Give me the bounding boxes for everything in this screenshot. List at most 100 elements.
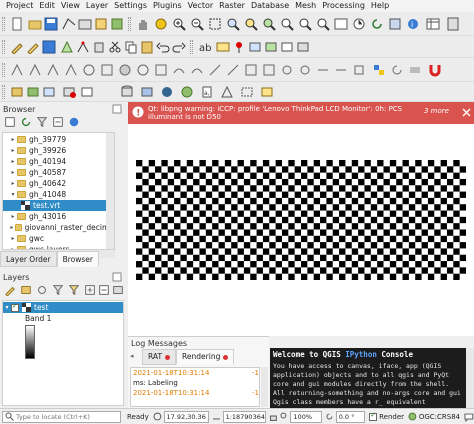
label-tool-icon[interactable]: abc — [198, 40, 212, 54]
manage-themes-icon[interactable] — [36, 284, 48, 296]
new-layer-icon[interactable] — [80, 85, 94, 99]
menu-database[interactable]: Database — [248, 0, 292, 12]
ipython-link[interactable]: IPython — [345, 350, 377, 359]
pin-labels-icon[interactable] — [232, 40, 246, 54]
add-ring-icon[interactable] — [82, 63, 96, 77]
menu-plugins[interactable]: Plugins — [150, 0, 185, 12]
messages-icon[interactable] — [464, 412, 474, 422]
split-features-icon[interactable] — [208, 63, 222, 77]
zoom-out-icon[interactable] — [190, 17, 204, 31]
tree-item[interactable]: ▾ gh_41048 — [3, 189, 114, 200]
split-parts-icon[interactable] — [226, 63, 240, 77]
collapse-arrow-icon[interactable]: ▾ — [3, 304, 11, 311]
layout-manager-icon[interactable] — [94, 17, 108, 31]
plugin-reloader-icon[interactable] — [390, 63, 404, 77]
layer-visibility-checkbox[interactable]: ✓ — [11, 302, 19, 312]
zoom-native-icon[interactable] — [280, 17, 294, 31]
offset-point-symbols-icon[interactable] — [298, 63, 312, 77]
fill-ring-icon[interactable] — [118, 63, 132, 77]
chevron-right-icon[interactable]: ▸ — [9, 224, 15, 231]
new-map-view-icon[interactable] — [334, 17, 348, 31]
menu-project[interactable]: Project — [3, 0, 36, 12]
menu-edit[interactable]: Edit — [36, 0, 58, 12]
scale-combobox[interactable]: 1:18790364 — [222, 410, 266, 423]
add-part-icon[interactable] — [100, 63, 114, 77]
virtual-layer-icon[interactable] — [240, 85, 254, 99]
rotate-label-icon[interactable] — [280, 40, 294, 54]
chevron-right-icon[interactable]: ▸ — [9, 180, 17, 187]
add-vector-icon[interactable] — [42, 85, 56, 99]
tab-layer-order[interactable]: Layer Order — [0, 251, 57, 267]
tree-item[interactable]: ▸ gh_40642 — [3, 178, 114, 189]
temporary-layer-icon[interactable] — [260, 85, 274, 99]
toolbar-grip[interactable] — [128, 17, 131, 31]
properties-icon[interactable] — [68, 116, 80, 128]
pan-hand-icon[interactable] — [136, 17, 150, 31]
open-attribute-table-icon[interactable] — [426, 17, 440, 31]
filter-by-expression-icon[interactable] — [68, 284, 80, 296]
vertical-scrollbar[interactable] — [466, 348, 474, 408]
reshape-features-icon[interactable] — [172, 63, 186, 77]
trim-extend-icon[interactable] — [316, 63, 330, 77]
pan-to-selection-icon[interactable] — [154, 17, 168, 31]
close-icon[interactable] — [462, 108, 471, 117]
merge-features-icon[interactable] — [244, 63, 258, 77]
chevron-right-icon[interactable]: ▸ — [9, 158, 17, 165]
add-feature-icon[interactable] — [60, 40, 74, 54]
vertex-editor-icon[interactable] — [352, 63, 366, 77]
render-checkbox[interactable]: ✓ — [369, 411, 378, 421]
locator-bar[interactable] — [2, 410, 121, 423]
chevron-right-icon[interactable]: ▸ — [9, 213, 17, 220]
open-layer-styling-icon[interactable] — [4, 284, 16, 296]
map-canvas[interactable] — [128, 124, 474, 336]
mesh-layer-icon[interactable] — [220, 85, 234, 99]
decorations-icon[interactable] — [388, 17, 402, 31]
filter-icon[interactable] — [36, 116, 48, 128]
toolbar-grip[interactable] — [2, 17, 5, 31]
menu-help[interactable]: Help — [368, 0, 392, 12]
chevron-right-icon[interactable]: ▸ — [9, 136, 17, 143]
show-hide-labels-icon[interactable] — [248, 40, 262, 54]
advanced-digitizing-icon[interactable] — [10, 63, 24, 77]
change-label-icon[interactable] — [296, 40, 310, 54]
menu-raster[interactable]: Raster — [216, 0, 248, 12]
magnet-icon[interactable] — [428, 63, 442, 77]
close-panel-icon[interactable] — [112, 272, 122, 282]
collapse-all-icon[interactable] — [52, 116, 64, 128]
toggle-editing-icon[interactable] — [26, 40, 40, 54]
geopackage-icon[interactable] — [140, 85, 154, 99]
tree-item[interactable]: ▸ gh_43016 — [3, 211, 114, 222]
tree-item[interactable]: ▸ gh_40194 — [3, 156, 114, 167]
collapse-all-icon[interactable] — [98, 284, 110, 296]
more-messages-link[interactable]: 3 more — [424, 107, 449, 115]
new-print-layout-icon[interactable] — [78, 17, 92, 31]
zoom-selection-icon[interactable] — [244, 17, 258, 31]
chevron-right-icon[interactable]: ▸ — [9, 147, 17, 154]
identify-icon[interactable]: i — [406, 17, 420, 31]
rotate-point-symbols-icon[interactable] — [280, 63, 294, 77]
toolbar-grip[interactable] — [2, 85, 5, 99]
move-label-icon[interactable] — [264, 40, 278, 54]
tab-browser[interactable]: Browser — [56, 251, 100, 267]
remove-layer-icon[interactable] — [62, 85, 76, 99]
add-layer-icon[interactable] — [10, 85, 24, 99]
zoom-layer-icon[interactable] — [262, 17, 276, 31]
new-project-icon[interactable] — [10, 17, 24, 31]
delete-ring-icon[interactable] — [136, 63, 150, 77]
simplify-feature-icon[interactable] — [64, 63, 78, 77]
zoom-in-icon[interactable] — [172, 17, 186, 31]
layer-row-test[interactable]: ▾ ✓ test — [3, 302, 123, 313]
expand-all-icon[interactable] — [84, 284, 96, 296]
open-project-icon[interactable] — [28, 17, 42, 31]
paste-features-icon[interactable] — [140, 40, 154, 54]
copy-features-icon[interactable] — [124, 40, 138, 54]
zoom-last-icon[interactable] — [298, 17, 312, 31]
add-group-icon[interactable] — [20, 284, 32, 296]
postgis-icon[interactable] — [160, 85, 174, 99]
vertical-scrollbar[interactable] — [261, 367, 268, 407]
zoom-full-icon[interactable] — [226, 17, 240, 31]
scroll-tabs-left-icon[interactable]: ◂ — [130, 349, 142, 363]
chevron-right-icon[interactable]: ▸ — [9, 169, 17, 176]
toolbar-grip[interactable] — [2, 63, 5, 77]
toolbar-grip[interactable] — [190, 40, 193, 54]
